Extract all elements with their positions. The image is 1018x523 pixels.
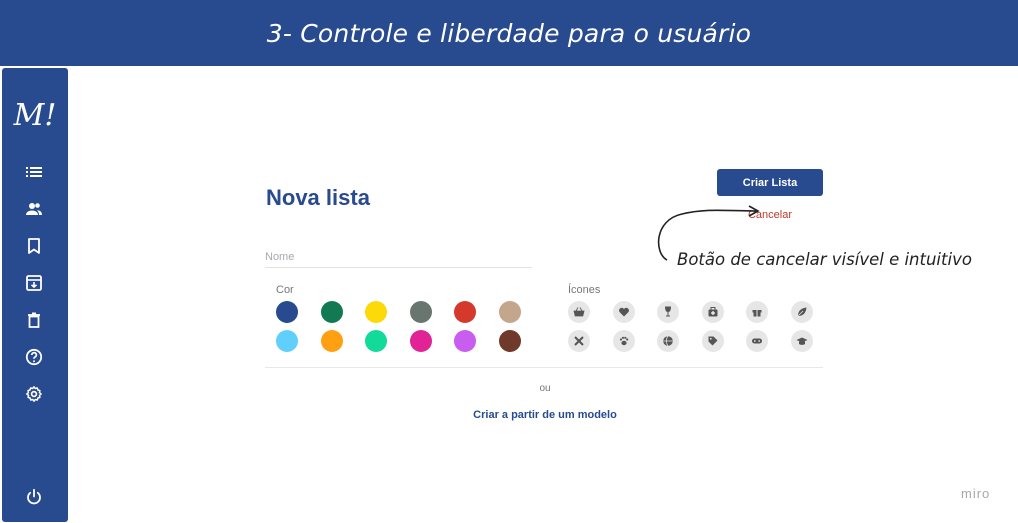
gamepad-icon	[752, 338, 763, 344]
create-list-button[interactable]: Criar Lista	[717, 169, 823, 196]
icon-option[interactable]	[657, 301, 680, 323]
wine-glass-icon	[665, 306, 672, 317]
trash-icon[interactable]	[23, 309, 45, 331]
icon-option[interactable]	[612, 330, 635, 352]
name-input[interactable]	[265, 247, 532, 268]
icon-option[interactable]	[791, 330, 813, 352]
icon-option[interactable]	[701, 330, 724, 352]
tools-icon	[574, 336, 584, 346]
icon-option[interactable]	[657, 330, 680, 352]
tag-icon	[708, 336, 718, 346]
color-swatch[interactable]	[365, 330, 387, 352]
color-swatch[interactable]	[276, 330, 298, 352]
miro-watermark: miro	[961, 486, 991, 501]
medical-kit-icon	[708, 307, 718, 317]
list-icon[interactable]	[23, 161, 45, 183]
color-swatch[interactable]	[454, 301, 476, 323]
color-swatch[interactable]	[409, 330, 432, 352]
basket-icon	[573, 307, 585, 317]
color-swatch[interactable]	[498, 330, 521, 352]
sidebar: M!	[2, 68, 68, 522]
color-swatch[interactable]	[409, 301, 432, 323]
or-separator: ou	[539, 383, 551, 394]
bookmark-icon[interactable]	[23, 235, 45, 257]
color-swatch[interactable]	[320, 330, 343, 352]
gift-icon	[752, 310, 762, 317]
icon-option[interactable]	[791, 301, 813, 323]
paw-icon	[619, 336, 628, 346]
color-swatch[interactable]	[320, 301, 343, 323]
color-swatch[interactable]	[498, 301, 521, 323]
icon-option[interactable]	[568, 330, 590, 352]
divider	[265, 367, 823, 368]
archive-icon[interactable]	[23, 272, 45, 294]
power-icon[interactable]	[23, 486, 45, 508]
help-icon[interactable]	[23, 346, 45, 368]
color-swatch[interactable]	[365, 301, 387, 323]
heart-icon	[618, 307, 629, 317]
graduation-cap-icon	[796, 337, 808, 345]
gear-icon[interactable]	[23, 383, 45, 405]
slide-banner: 3- Controle e liberdade para o usuário	[0, 0, 1018, 66]
annotation-note: Botão de cancelar visível e intuitivo	[677, 250, 972, 269]
icon-option[interactable]	[746, 330, 769, 352]
app-logo: M!	[13, 98, 57, 133]
icon-option[interactable]	[612, 301, 635, 323]
color-swatch[interactable]	[454, 330, 476, 352]
icon-option[interactable]	[568, 301, 590, 323]
icons-label: Ícones	[568, 284, 601, 296]
ball-icon	[663, 335, 673, 347]
color-label: Cor	[276, 284, 294, 296]
icon-option[interactable]	[701, 301, 724, 323]
leaf-icon	[797, 307, 807, 317]
color-swatch[interactable]	[276, 301, 298, 323]
icon-option[interactable]	[746, 301, 769, 323]
users-icon[interactable]	[23, 198, 45, 220]
create-from-template-link[interactable]: Criar a partir de um modelo	[460, 409, 630, 421]
page-title: Nova lista	[266, 185, 370, 210]
banner-title: 3- Controle e liberdade para o usuário	[266, 18, 752, 48]
